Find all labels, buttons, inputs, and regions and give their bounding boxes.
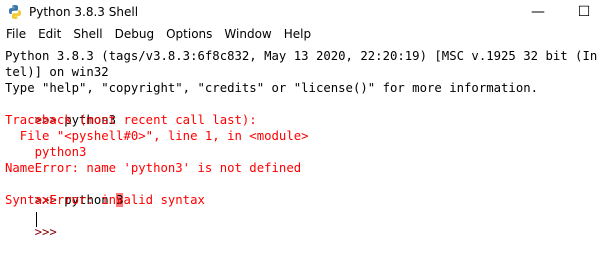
prompt: >>> bbox=[34, 225, 65, 239]
menu-shell[interactable]: Shell bbox=[67, 24, 108, 44]
menu-edit[interactable]: Edit bbox=[32, 24, 67, 44]
minimize-button[interactable]: — bbox=[515, 0, 561, 24]
banner-line: Python 3.8.3 (tags/v3.8.3:6f8c832, May 1… bbox=[5, 49, 598, 63]
title-bar: Python 3.8.3 Shell — ☐ bbox=[0, 0, 607, 24]
input-line: >>> python3 bbox=[5, 96, 116, 127]
minimize-icon: — bbox=[531, 4, 545, 20]
window-title: Python 3.8.3 Shell bbox=[29, 5, 139, 19]
error-message: NameError: name 'python3' is not defined bbox=[5, 161, 302, 175]
menu-help[interactable]: Help bbox=[278, 24, 317, 44]
traceback-line: python3 bbox=[5, 145, 87, 159]
menu-debug[interactable]: Debug bbox=[109, 24, 160, 44]
input-line: >>> python 3 bbox=[5, 176, 124, 207]
window-controls: — ☐ bbox=[515, 0, 607, 24]
banner-line: Type "help", "copyright", "credits" or "… bbox=[5, 81, 539, 95]
maximize-button[interactable]: ☐ bbox=[561, 0, 607, 24]
text-cursor bbox=[36, 212, 37, 227]
maximize-icon: ☐ bbox=[577, 4, 591, 20]
banner-line: tel)] on win32 bbox=[5, 65, 109, 79]
menu-window[interactable]: Window bbox=[218, 24, 277, 44]
shell-text-area[interactable]: Python 3.8.3 (tags/v3.8.3:6f8c832, May 1… bbox=[0, 44, 607, 254]
menu-options[interactable]: Options bbox=[160, 24, 218, 44]
menu-bar: File Edit Shell Debug Options Window Hel… bbox=[0, 24, 607, 44]
traceback-line: Traceback (most recent call last): bbox=[5, 113, 257, 127]
error-message: SyntaxError: invalid syntax bbox=[5, 193, 205, 207]
python-icon bbox=[9, 5, 21, 19]
menu-file[interactable]: File bbox=[0, 24, 32, 44]
traceback-line: File "<pyshell#0>", line 1, in <module> bbox=[5, 129, 309, 143]
input-line[interactable]: >>> bbox=[5, 208, 64, 239]
